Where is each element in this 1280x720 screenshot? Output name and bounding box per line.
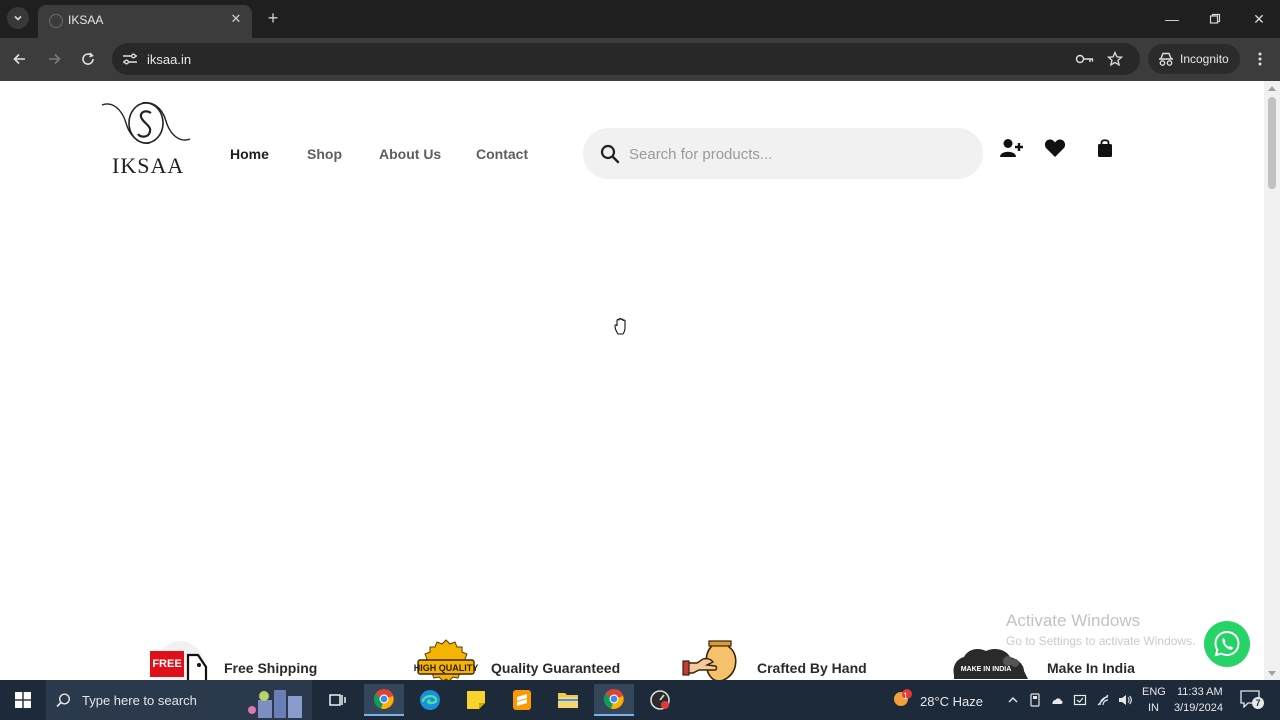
nav-shop[interactable]: Shop xyxy=(307,146,342,162)
taskbar-chrome-app[interactable] xyxy=(364,684,404,716)
sticky-notes-icon xyxy=(467,691,485,709)
url-text: iksaa.in xyxy=(147,52,192,67)
feature-free-shipping: FREE Free Shipping xyxy=(148,639,348,680)
tab-search-button[interactable] xyxy=(7,7,29,29)
search-icon xyxy=(56,693,71,708)
weather-alert-count: 1 xyxy=(903,691,909,701)
product-search-box[interactable] xyxy=(583,128,983,179)
nav-about-us[interactable]: About Us xyxy=(379,146,441,162)
quality-badge-text: HIGH QUALITY xyxy=(414,663,478,673)
feature-make-in-india: MAKE IN INDIA Make In India xyxy=(948,639,1158,680)
activate-windows-title: Activate Windows xyxy=(1006,611,1141,630)
incognito-icon xyxy=(1159,52,1173,66)
password-key-icon[interactable] xyxy=(1075,52,1095,66)
nav-contact[interactable]: Contact xyxy=(476,146,528,162)
usb-drive-icon[interactable] xyxy=(1028,693,1042,707)
windows-taskbar: Type here to search 1 28°C Haze ENG IN 1… xyxy=(0,680,1280,720)
feature-quality-guaranteed: HIGH QUALITY Quality Guaranteed xyxy=(414,639,644,680)
browser-menu-kebab-icon[interactable] xyxy=(1250,49,1270,69)
page-scrollbar[interactable] xyxy=(1264,81,1280,680)
file-explorer-folder-icon xyxy=(558,693,578,708)
onedrive-cloud-icon[interactable] xyxy=(1050,693,1064,707)
nav-home[interactable]: Home xyxy=(230,146,269,162)
site-favicon-icon xyxy=(49,14,63,28)
weather-text[interactable]: 28°C Haze xyxy=(920,694,983,709)
reload-icon[interactable] xyxy=(78,49,98,69)
weather-haze-icon[interactable] xyxy=(890,688,914,710)
browser-toolbar: iksaa.in Incognito xyxy=(0,38,1280,81)
incognito-badge[interactable]: Incognito xyxy=(1148,44,1240,74)
restore-window-icon[interactable] xyxy=(1203,8,1227,30)
task-view-icon[interactable] xyxy=(318,684,358,716)
wifi-icon[interactable] xyxy=(1096,693,1110,707)
scroll-down-arrow-icon[interactable] xyxy=(1268,671,1276,676)
feature-label: Quality Guaranteed xyxy=(491,660,621,676)
action-center-button[interactable]: 7 xyxy=(1240,690,1264,710)
edge-icon xyxy=(420,690,440,710)
close-window-icon[interactable]: ✕ xyxy=(1247,8,1271,30)
add-user-icon[interactable] xyxy=(1000,137,1024,159)
iksaa-logo-swirl-icon xyxy=(101,101,191,144)
taskbar-sticky-notes-app[interactable] xyxy=(456,684,496,716)
site-logo[interactable]: IKSAA xyxy=(100,99,192,179)
tab-close-icon[interactable]: ✕ xyxy=(228,11,244,27)
make-in-india-lion-icon: MAKE IN INDIA xyxy=(953,649,1028,679)
taskbar-file-explorer-app[interactable] xyxy=(548,684,588,716)
speaker-volume-icon[interactable] xyxy=(1118,693,1132,707)
whatsapp-icon xyxy=(1214,630,1240,657)
hand-cursor-icon xyxy=(614,317,626,335)
notification-count-badge: 7 xyxy=(1252,697,1264,709)
feature-label: Crafted By Hand xyxy=(757,660,867,676)
tab-title: IKSAA xyxy=(68,13,104,27)
make-in-india-badge-text: MAKE IN INDIA xyxy=(961,666,1012,673)
clock-time[interactable]: 11:33 AM xyxy=(1177,686,1223,698)
high-quality-icon: HIGH QUALITY xyxy=(414,639,478,680)
language-top[interactable]: ENG xyxy=(1142,686,1166,698)
incognito-label: Incognito xyxy=(1180,52,1229,66)
security-shield-icon[interactable] xyxy=(1073,693,1087,707)
screen-recorder-icon xyxy=(650,690,670,710)
search-input[interactable] xyxy=(629,142,959,166)
taskbar-search-box[interactable]: Type here to search xyxy=(46,680,312,720)
page-viewport: IKSAA Home Shop About Us Contact Activat… xyxy=(0,81,1264,680)
feature-crafted-by-hand: Crafted By Hand xyxy=(681,639,891,680)
free-badge-text: FREE xyxy=(152,658,181,670)
bookmark-star-icon[interactable] xyxy=(1107,51,1123,67)
minimize-window-icon[interactable]: — xyxy=(1160,8,1184,30)
back-arrow-icon[interactable] xyxy=(10,49,30,69)
site-settings-icon[interactable] xyxy=(122,52,138,66)
scroll-up-arrow-icon[interactable] xyxy=(1268,86,1276,91)
taskbar-chrome-incognito-app[interactable] xyxy=(594,684,634,716)
search-icon[interactable] xyxy=(600,144,620,164)
crafted-by-hand-icon xyxy=(682,640,737,680)
sublime-text-icon xyxy=(513,690,531,710)
scroll-thumb[interactable] xyxy=(1268,97,1276,189)
windows-start-button[interactable] xyxy=(0,680,46,720)
new-tab-plus-icon[interactable]: + xyxy=(264,9,282,27)
heart-icon[interactable] xyxy=(1043,137,1067,159)
logo-text: IKSAA xyxy=(112,153,185,178)
language-bottom[interactable]: IN xyxy=(1148,702,1159,714)
taskbar-edge-app[interactable] xyxy=(410,684,450,716)
shopping-bag-icon[interactable] xyxy=(1093,137,1117,159)
chrome-icon xyxy=(603,689,624,709)
browser-tab-bar: IKSAA ✕ + — ✕ xyxy=(0,0,1280,38)
chevron-down-icon xyxy=(14,15,22,21)
chrome-icon xyxy=(373,689,394,709)
forward-arrow-icon[interactable] xyxy=(44,49,64,69)
feature-label: Free Shipping xyxy=(224,660,318,676)
taskbar-sublime-text-app[interactable] xyxy=(502,684,542,716)
address-bar[interactable]: iksaa.in xyxy=(112,43,1140,75)
browser-tab-iksaa[interactable]: IKSAA ✕ xyxy=(38,5,252,38)
feature-label: Make In India xyxy=(1047,660,1135,676)
whatsapp-chat-button[interactable] xyxy=(1204,621,1250,667)
taskbar-recorder-app[interactable] xyxy=(640,684,680,716)
show-hidden-icons-chevron-icon[interactable] xyxy=(1006,693,1020,707)
windows-logo-icon xyxy=(15,692,31,708)
search-highlight-castle-icon xyxy=(248,690,302,718)
free-shipping-icon: FREE xyxy=(150,641,208,680)
clock-date[interactable]: 3/19/2024 xyxy=(1174,702,1223,714)
taskbar-search-placeholder: Type here to search xyxy=(82,693,197,708)
